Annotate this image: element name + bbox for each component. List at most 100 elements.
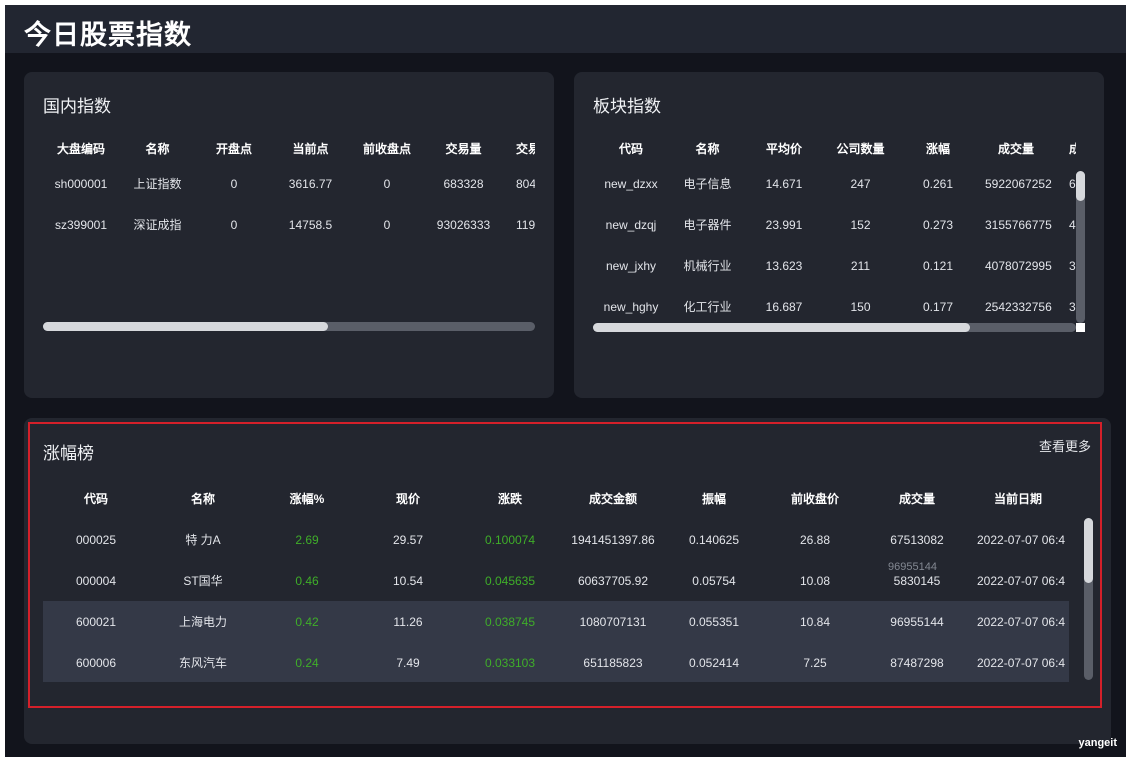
table-cell: 3155766775: [985, 217, 1052, 232]
table-cell: 000004: [75, 573, 117, 588]
table-cell: 600006: [43, 642, 149, 682]
table-cell: 0.055351: [665, 601, 763, 642]
ranking-header-row: 代码 名称 涨幅% 现价 涨跌 成交金额 振幅 前收盘价 成交量 当前日期: [43, 478, 1069, 519]
sector-header-row: 代码 名称 平均价 公司数量 涨幅 成交量 成交: [593, 134, 1076, 163]
table-cell: 0.100074: [484, 532, 536, 547]
column-header[interactable]: 名称: [119, 134, 196, 163]
table-row[interactable]: 000025 特 力A 2.69 29.57 0.100074 19414513…: [43, 519, 1069, 560]
column-header[interactable]: 涨幅: [899, 134, 977, 163]
column-header[interactable]: 平均价: [746, 134, 822, 163]
column-header[interactable]: 大盘编码: [43, 134, 119, 163]
ranking-table-viewport: 代码 名称 涨幅% 现价 涨跌 成交金额 振幅 前收盘价 成交量 当前日期 00: [43, 478, 1069, 682]
table-cell: 683328: [443, 176, 484, 191]
column-header[interactable]: 前收盘点: [349, 134, 425, 163]
table-cell: 0: [230, 217, 238, 232]
column-header[interactable]: 开盘点: [196, 134, 272, 163]
table-cell: 特 力A: [185, 533, 221, 547]
column-header[interactable]: 交易: [502, 134, 535, 163]
column-header[interactable]: 前收盘价: [763, 478, 867, 519]
sector-horizontal-scrollbar[interactable]: [593, 323, 1076, 332]
table-cell: 93026333: [436, 217, 491, 232]
table-row[interactable]: 600021 上海电力 0.42 11.26 0.038745 10807071…: [43, 601, 1069, 642]
table-cell: 5922067252: [985, 176, 1052, 191]
domestic-index-table: 大盘编码 名称 开盘点 当前点 前收盘点 交易量 交易 sh000001 上证指…: [43, 134, 535, 245]
scrollbar-thumb[interactable]: [1084, 518, 1093, 583]
table-cell: 深证成指: [133, 218, 182, 232]
table-cell: 600021: [43, 601, 149, 642]
ghost-drag-text: 96955144: [888, 561, 937, 573]
table-cell: 14.671: [765, 176, 803, 191]
table-cell: new_hghy: [603, 299, 659, 314]
scrollbar-thumb[interactable]: [593, 323, 970, 332]
table-cell: 68: [1069, 176, 1076, 191]
table-cell: 0: [383, 176, 391, 191]
column-header[interactable]: 成交量: [867, 478, 967, 519]
scrollbar-thumb[interactable]: [1076, 171, 1085, 202]
sector-index-title: 板块指数: [593, 97, 661, 116]
ranking-table: 代码 名称 涨幅% 现价 涨跌 成交金额 振幅 前收盘价 成交量 当前日期 00: [43, 478, 1069, 682]
ranking-vertical-scrollbar[interactable]: [1084, 518, 1093, 680]
table-row[interactable]: new_dzxx 电子信息 14.671 247 0.261 592206725…: [593, 163, 1076, 204]
table-cell: 0.121: [922, 258, 954, 273]
table-row[interactable]: 600006 东风汽车 0.24 7.49 0.033103 651185823…: [43, 642, 1069, 682]
column-header[interactable]: 涨跌: [459, 478, 561, 519]
column-header[interactable]: 代码: [593, 134, 669, 163]
column-header[interactable]: 代码: [43, 478, 149, 519]
table-cell: 电子信息: [683, 177, 732, 191]
table-cell: 119: [516, 217, 535, 232]
table-cell: 67513082: [890, 532, 944, 547]
sector-table-viewport: 代码 名称 平均价 公司数量 涨幅 成交量 成交 new_dzxx 电子信息 1…: [593, 134, 1076, 319]
table-cell: 7.25: [763, 642, 867, 682]
column-header[interactable]: 成交量: [977, 134, 1055, 163]
column-header[interactable]: 振幅: [665, 478, 763, 519]
table-cell: 7.49: [357, 642, 459, 682]
table-cell: 电子器件: [683, 218, 732, 232]
ranking-panel: 涨幅榜 查看更多 代码 名称 涨幅% 现价 涨跌 成交金额 振幅 前收盘价 成交…: [24, 418, 1111, 744]
table-cell: 33: [1069, 299, 1076, 314]
column-header[interactable]: 名称: [149, 478, 257, 519]
domestic-index-title: 国内指数: [43, 97, 111, 116]
column-header[interactable]: 交易量: [425, 134, 502, 163]
column-header[interactable]: 名称: [669, 134, 746, 163]
column-header[interactable]: 当前日期: [967, 478, 1069, 519]
table-cell: 3616.77: [288, 176, 333, 191]
table-cell: sh000001: [54, 176, 108, 191]
table-cell: 1941451397.86: [571, 532, 655, 547]
column-header[interactable]: 成交: [1055, 134, 1076, 163]
table-cell: 2022-07-07 06:4: [977, 573, 1066, 588]
table-cell: 29.57: [392, 532, 424, 547]
domestic-horizontal-scrollbar[interactable]: [43, 322, 535, 331]
table-cell: 87487298: [867, 642, 967, 682]
column-header[interactable]: 公司数量: [822, 134, 899, 163]
table-cell: 2022-07-07 06:4: [977, 532, 1066, 547]
table-row[interactable]: new_jxhy 机械行业 13.623 211 0.121 407807299…: [593, 245, 1076, 286]
table-cell: 211: [850, 258, 871, 273]
column-header[interactable]: 涨幅%: [257, 478, 357, 519]
table-cell: 化工行业: [683, 300, 732, 314]
domestic-header-row: 大盘编码 名称 开盘点 当前点 前收盘点 交易量 交易: [43, 134, 535, 163]
table-cell: 150: [850, 299, 871, 314]
table-cell: 23.991: [765, 217, 803, 232]
table-cell: 0.261: [922, 176, 954, 191]
column-header[interactable]: 当前点: [272, 134, 349, 163]
column-header[interactable]: 成交金额: [561, 478, 665, 519]
table-cell: sz399001: [54, 217, 108, 232]
table-cell: 651185823: [561, 642, 665, 682]
sector-vertical-scrollbar[interactable]: [1076, 171, 1085, 323]
table-cell: new_jxhy: [605, 258, 657, 273]
table-cell: 0.05754: [692, 573, 736, 588]
table-cell: 0: [383, 217, 391, 232]
table-cell: 0.045635: [484, 573, 536, 588]
table-row[interactable]: sh000001 上证指数 0 3616.77 0 683328 804: [43, 163, 535, 204]
table-cell: 10.84: [763, 601, 867, 642]
ranking-title: 涨幅榜: [43, 444, 94, 463]
view-more-link[interactable]: 查看更多: [1039, 436, 1091, 455]
dashboard: 今日股票指数 国内指数 大盘编码 名称 开盘点 当前点 前收盘点 交易量 交易: [5, 5, 1126, 757]
column-header[interactable]: 现价: [357, 478, 459, 519]
table-row[interactable]: new_dzqj 电子器件 23.991 152 0.273 315576677…: [593, 204, 1076, 245]
table-row[interactable]: sz399001 深证成指 0 14758.5 0 93026333 119: [43, 204, 535, 245]
table-cell: 0.033103: [459, 642, 561, 682]
scrollbar-thumb[interactable]: [43, 322, 329, 331]
table-cell: 14758.5: [288, 217, 333, 232]
table-row[interactable]: new_hghy 化工行业 16.687 150 0.177 254233275…: [593, 286, 1076, 319]
